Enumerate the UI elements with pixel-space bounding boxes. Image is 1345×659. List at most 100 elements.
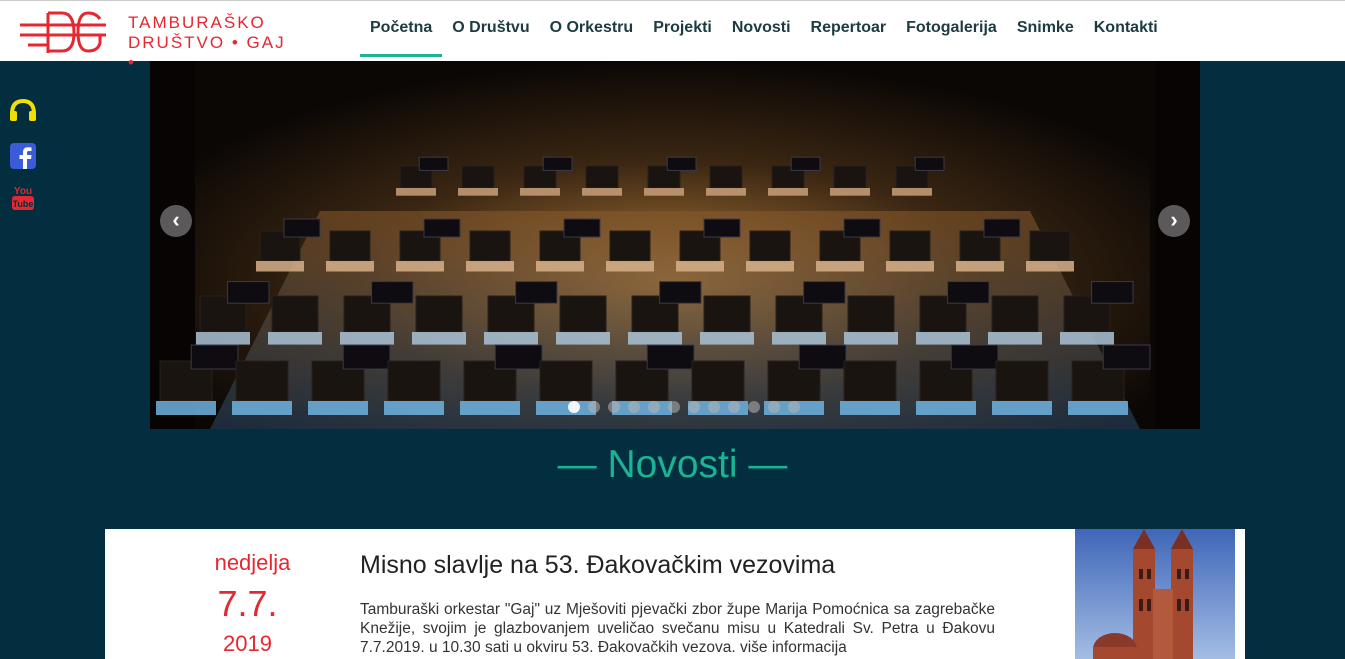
music-stand: [515, 281, 558, 304]
logo-monogram-icon: [20, 11, 106, 53]
chair-seat: [458, 188, 498, 196]
music-stand: [418, 156, 449, 171]
nav-item-snimke[interactable]: Snimke: [1007, 1, 1084, 57]
chair-seat: [700, 332, 754, 345]
news-card[interactable]: nedjelja 7.7. 2019 Misno slavlje na 53. …: [105, 529, 1245, 659]
chair-seat: [460, 401, 520, 415]
nav-item-projekti[interactable]: Projekti: [643, 1, 722, 57]
chair-seat: [484, 332, 538, 345]
chair-seat: [582, 188, 622, 196]
youtube-link[interactable]: You Tube: [8, 183, 38, 216]
chair-seat: [768, 188, 808, 196]
chair-back: [709, 165, 743, 189]
chair-seat: [886, 261, 934, 272]
music-stand: [190, 344, 239, 370]
slider-dot[interactable]: [588, 401, 600, 413]
chair-seat: [308, 401, 368, 415]
music-stand: [666, 156, 697, 171]
slider-dot[interactable]: [708, 401, 720, 413]
chair-seat: [816, 261, 864, 272]
facebook-link[interactable]: [8, 143, 38, 174]
music-stand: [563, 218, 601, 238]
chair-seat: [156, 401, 216, 415]
chair-seat: [396, 261, 444, 272]
chair-back: [539, 360, 593, 402]
headphones-link[interactable]: [8, 98, 38, 127]
chair-back: [609, 230, 651, 262]
chair-seat: [256, 261, 304, 272]
chair-seat: [536, 261, 584, 272]
chair-seat: [232, 401, 292, 415]
chair-seat: [268, 332, 322, 345]
chair-back: [847, 295, 895, 333]
slider-dot[interactable]: [748, 401, 760, 413]
chair-seat: [892, 188, 932, 196]
music-stand: [950, 344, 999, 370]
facebook-icon: [10, 143, 36, 169]
nav-item-o-drustvu[interactable]: O Društvu: [442, 1, 539, 57]
slider-dot[interactable]: [688, 401, 700, 413]
chair-seat: [384, 401, 444, 415]
news-text: Tamburaški orkestar "Gaj" uz Mješoviti p…: [360, 601, 995, 656]
site-logo[interactable]: TAMBURAŠKO DRUŠTVO • GAJ •: [18, 7, 288, 72]
chair-back: [889, 230, 931, 262]
music-stand: [423, 218, 461, 238]
slider-dot[interactable]: [648, 401, 660, 413]
chair-back: [1029, 230, 1071, 262]
youtube-you-text: You: [14, 186, 32, 197]
nav-item-fotogalerija[interactable]: Fotogalerija: [896, 1, 1007, 57]
music-stand: [983, 218, 1021, 238]
music-stand: [646, 344, 695, 370]
chair-back: [843, 360, 897, 402]
chair-seat: [1068, 401, 1128, 415]
music-stand: [659, 281, 702, 304]
slider-next-button[interactable]: ›: [1158, 205, 1190, 237]
chair-back: [461, 165, 495, 189]
music-stand: [1091, 281, 1134, 304]
slider-prev-button[interactable]: ‹: [160, 205, 192, 237]
section-title: — Novosti —: [557, 443, 788, 486]
nav-item-o-orkestru[interactable]: O Orkestru: [540, 1, 644, 57]
music-stand: [803, 281, 846, 304]
slider-dot[interactable]: [788, 401, 800, 413]
music-stand: [494, 344, 543, 370]
slider-dot[interactable]: [728, 401, 740, 413]
chair-seat: [606, 261, 654, 272]
slider-dot[interactable]: [768, 401, 780, 413]
chair-seat: [628, 332, 682, 345]
nav-item-pocetna[interactable]: Početna: [360, 1, 443, 57]
chair-seat: [840, 401, 900, 415]
nav-item-novosti[interactable]: Novosti: [722, 1, 801, 57]
chair-seat: [772, 332, 826, 345]
chair-seat: [466, 261, 514, 272]
cathedral-image[interactable]: [1075, 529, 1235, 659]
news-day: nedjelja: [214, 550, 291, 575]
nav-item-kontakti[interactable]: Kontakti: [1084, 1, 1168, 57]
music-stand: [798, 344, 847, 370]
site-header: TAMBURAŠKO DRUŠTVO • GAJ • Početna O Dru…: [0, 0, 1345, 72]
news-title[interactable]: Misno slavlje na 53. Đakovačkim vezovima: [360, 551, 835, 580]
chair-seat: [992, 401, 1052, 415]
music-stand: [227, 281, 270, 304]
music-stand: [283, 218, 321, 238]
slider-dots: [568, 401, 800, 413]
chair-back: [387, 360, 441, 402]
news-year: 2019: [223, 631, 272, 656]
chair-seat: [988, 332, 1042, 345]
nav-item-repertoar[interactable]: Repertoar: [801, 1, 897, 57]
chair-back: [469, 230, 511, 262]
chair-seat: [916, 401, 976, 415]
music-stand: [843, 218, 881, 238]
slider-dot[interactable]: [568, 401, 580, 413]
chair-back: [833, 165, 867, 189]
cathedral-picture: [1075, 529, 1235, 659]
music-stand: [342, 344, 391, 370]
music-stand: [371, 281, 414, 304]
slider-dot[interactable]: [608, 401, 620, 413]
chair-back: [415, 295, 463, 333]
chair-back: [271, 295, 319, 333]
music-stand: [542, 156, 573, 171]
chair-seat: [676, 261, 724, 272]
slider-dot[interactable]: [628, 401, 640, 413]
slider-dot[interactable]: [668, 401, 680, 413]
